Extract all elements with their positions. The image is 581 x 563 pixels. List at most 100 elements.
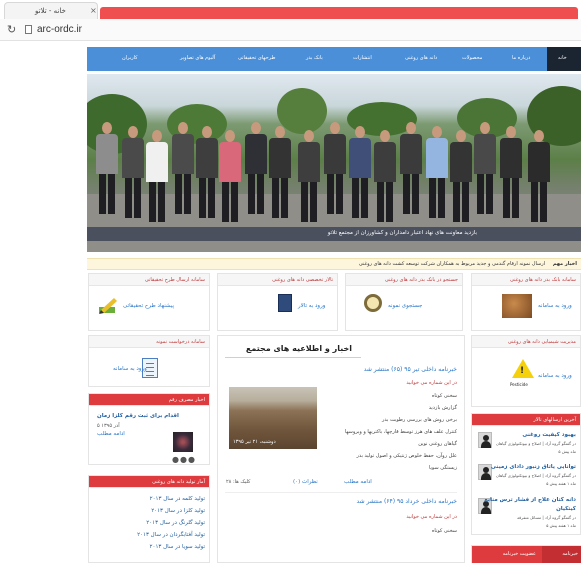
seed-bank-box: سامانه بانک بذر دانه های روغنی ورود به س… — [471, 273, 581, 331]
specialist-box-header: تالار تخصصی دانه های روغنی — [218, 274, 337, 286]
media-item-title[interactable]: اقدام برای ثبت رقم کلزا زمان — [97, 413, 179, 419]
stats-title: آمار تولید دانه های روغنی — [152, 479, 205, 485]
url-field[interactable]: arc-ordc.ir — [37, 24, 82, 35]
browser-tab[interactable]: خانه - تلاتو × — [4, 2, 98, 19]
forum-box: آخرین ارسالهای تالار بهبود کیفیت روغنی د… — [471, 413, 581, 535]
news-ticker: اخبار مهم ارسال نمونه ارقام گندمی و جدید… — [87, 258, 581, 270]
search-box: جستجو در بانک بذر دانه های روغنی جستجوی … — [345, 273, 463, 331]
search-link[interactable]: جستجوی نمونه — [388, 303, 422, 309]
newsletter-tab-active[interactable]: عضویت خبرنامه — [472, 546, 542, 563]
divider — [225, 357, 361, 358]
news-line: برخی روش های بررسی رطوبت بذر — [382, 417, 457, 423]
pencil-icon — [99, 298, 117, 314]
nav-item-home[interactable]: خانه — [547, 47, 581, 71]
news-line: زیستگی سویا — [429, 465, 457, 471]
forum-post-title-cont[interactable]: کیتکیان — [556, 506, 576, 512]
news-title-2[interactable]: خبرنامه داخلی خرداد ۹۵ (۶۴) منتشر شد — [356, 498, 457, 505]
hero-caption-text: بازدید معاونت های نهاد اعتبار دامداران و… — [327, 230, 477, 236]
media-item-date: ۵ آذر ۱۳۹۵ — [97, 423, 120, 429]
forum-title: آخرین ارسالهای تالار — [533, 417, 576, 423]
pest-title: مدیریت شیمیایی دانه های روغنی — [507, 339, 576, 345]
nav-item-about[interactable]: درباره ما — [512, 55, 530, 61]
stats-box: آمار تولید دانه های روغنی تولید کلمه در … — [88, 475, 210, 563]
specialist-title: تالار تخصصی دانه های روغنی — [272, 277, 333, 283]
nav-item-products[interactable]: محصولات — [462, 55, 482, 61]
newsletter-box: عضویت خبرنامه خبرنامه — [471, 545, 581, 563]
news-subtitle-1: در این شماره می خوانید — [406, 380, 457, 386]
stats-item[interactable]: تولید کلمه در سال ۲۰۱۳ — [150, 496, 205, 502]
news-line: گزارش بازدید — [428, 405, 457, 411]
close-icon[interactable]: × — [90, 6, 97, 15]
news-subtitle-2: در این شماره می خوانید — [406, 514, 457, 520]
address-bar: ↻ arc-ordc.ir — [0, 19, 581, 41]
specialist-forum-box: تالار تخصصی دانه های روغنی ورود به تالار — [217, 273, 338, 331]
read-more-link[interactable]: ادامه مطلب — [344, 479, 372, 485]
pest-link[interactable]: ورود به سامانه — [538, 373, 572, 379]
forum-post-meta: در گفتگو گروه آزاد | مسائل متفرقه — [517, 515, 576, 520]
nav-item-publications[interactable]: انتشارات — [353, 55, 372, 61]
reload-icon[interactable]: ↻ — [7, 23, 16, 36]
forum-post-title[interactable]: بهبود کیفیت روغنی — [522, 432, 576, 438]
stats-item[interactable]: تولید آفتابگردان در سال ۲۰۱۳ — [137, 532, 205, 538]
hero-caption: بازدید معاونت های نهاد اعتبار دامداران و… — [87, 227, 581, 241]
pesticide-label: Pesticide — [510, 382, 528, 387]
seed-bank-link[interactable]: ورود به سامانه — [538, 303, 572, 309]
specialist-link[interactable]: ورود به تالار — [298, 303, 325, 309]
pest-box: مدیریت شیمیایی دانه های روغنی ! Pesticid… — [471, 335, 581, 407]
sample-request-link[interactable]: ورود به سامانه — [113, 366, 147, 372]
forum-post-meta: در گفتگو گروه آزاد | اصلاح و بیوتکنولوژی… — [495, 441, 576, 446]
stats-item[interactable]: تولید کلزا در سال ۲۰۱۳ — [151, 508, 205, 514]
seed-bank-title: سامانه بانک بذر دانه های روغنی — [509, 277, 576, 283]
seed-bank-box-header: سامانه بانک بذر دانه های روغنی — [472, 274, 580, 286]
hit-count: کلیک ها: ۲۸ — [226, 479, 251, 485]
pest-header: مدیریت شیمیایی دانه های روغنی — [472, 336, 580, 348]
nav-item-users[interactable]: کاربران — [122, 55, 138, 61]
sample-request-box: سامانه درخواست نمونه ورود به سامانه — [88, 335, 210, 387]
stats-item[interactable]: تولید گلرنگ در سال ۲۰۱۳ — [146, 520, 205, 526]
forum-post-time: ۵ ماه پیش — [558, 449, 576, 454]
page-icon — [25, 25, 32, 34]
comments-link[interactable]: نظرات (۰) — [293, 479, 318, 485]
slider-dots[interactable]: ●●● — [172, 455, 196, 464]
nav-item-albums[interactable]: آلبوم های تصاویر — [180, 55, 215, 61]
forum-header: آخرین ارسالهای تالار — [472, 414, 580, 426]
new-tab-area[interactable] — [100, 7, 578, 19]
newsletter-tab[interactable]: خبرنامه — [542, 546, 581, 563]
media-header: اخبار مصرف رقم — [89, 394, 209, 406]
media-more-link[interactable]: ادامه مطلب — [97, 431, 125, 437]
stats-item[interactable]: تولید سویا در سال ۲۰۱۳ — [150, 544, 205, 550]
research-title: سامانه ارسال طرح تحقیقاتی — [144, 277, 205, 283]
tab-title: خانه - تلاتو — [35, 7, 66, 15]
nav-item-oilseeds[interactable]: دانه های روغنی — [405, 55, 437, 61]
search-title: جستجو در بانک بذر دانه های روغنی — [384, 277, 458, 283]
divider — [225, 492, 457, 493]
news-line: سخنی کوتاه — [431, 393, 457, 399]
book-icon — [278, 294, 292, 312]
forum-post-meta: در گفتگو گروه آزاد | اصلاح و بیوتکنولوژی… — [495, 473, 576, 478]
sample-request-header: سامانه درخواست نمونه — [89, 336, 209, 348]
research-link[interactable]: پیشنهاد طرح تحقیقاتی — [123, 303, 174, 309]
nav-item-research[interactable]: طرحهای تحقیقاتی — [238, 55, 275, 61]
ticker-text[interactable]: ارسال نمونه ارقام گندمی و جدید مربوط به … — [359, 261, 545, 267]
forum-post-title[interactable]: توانایی یاتاق زنبور دادای زمینی — [491, 464, 576, 470]
news-line: علل روآن، حفظ خلوص ژنتیکی و اصول تولید ب… — [356, 453, 457, 459]
browser-tab-bar: خانه - تلاتو × — [0, 0, 581, 19]
news-title-1[interactable]: خبرنامه داخلی تیر ۹۵ (۶۵) منتشر شد — [364, 366, 457, 373]
avatar[interactable] — [478, 432, 492, 448]
research-box: سامانه ارسال طرح تحقیقاتی پیشنهاد طرح تح… — [88, 273, 210, 331]
magnifier-icon — [364, 294, 382, 312]
forum-post-time: ۵ ماه ۱ هفته پیش — [546, 523, 576, 528]
nav-home-label: خانه — [558, 55, 567, 61]
nav-item-seed-bank[interactable]: بانک بذر — [306, 55, 323, 61]
news-image[interactable]: دوشنبه، ۲۱ تیر ۱۳۹۵ — [229, 387, 317, 449]
search-box-header: جستجو در بانک بذر دانه های روغنی — [346, 274, 462, 286]
stats-header: آمار تولید دانه های روغنی — [89, 476, 209, 488]
media-title: اخبار مصرف رقم — [168, 397, 205, 403]
main-nav: کاربران آلبوم های تصاویر طرحهای تحقیقاتی… — [87, 47, 581, 71]
media-thumbnail[interactable] — [173, 432, 193, 452]
news-line: سخنی کوتاه — [431, 528, 457, 534]
seeds-icon — [502, 294, 532, 318]
main-title: اخبار و اطلاعیه های مجتمع — [245, 344, 352, 353]
forum-post-title[interactable]: دانه کتان علاج از فشار ترس منابع — [484, 497, 576, 503]
forum-post-time: ۵ ماه ۱ هفته پیش — [546, 481, 576, 486]
